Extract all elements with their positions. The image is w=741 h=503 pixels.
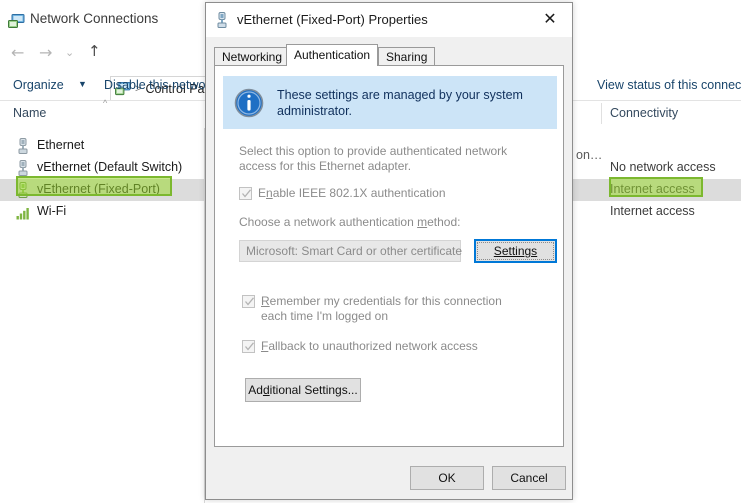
remember-credentials-label: Remember my credentials for this connect…: [261, 294, 531, 324]
organize-button[interactable]: Organize: [13, 78, 64, 92]
dialog-title: vEthernet (Fixed-Port) Properties: [237, 12, 428, 27]
label-prefix: E: [258, 186, 267, 200]
focus-ring: [477, 242, 554, 260]
column-divider: [601, 103, 602, 124]
list-item-name: vEthernet (Default Switch): [37, 160, 183, 174]
label-prefix: Choose a network authentication: [239, 215, 418, 229]
highlight-box-connectivity: [609, 177, 703, 197]
enable-8021x-label: Enable IEEE 802.1X authentication: [258, 186, 446, 201]
explorer-title: Network Connections: [30, 10, 159, 26]
auth-method-select[interactable]: Microsoft: Smart Card or other certifica…: [239, 240, 463, 262]
list-item-name: Ethernet: [37, 138, 85, 152]
column-header-name[interactable]: Name: [13, 106, 46, 120]
settings-button[interactable]: Settings: [474, 239, 557, 263]
admin-managed-banner: These settings are managed by your syste…: [223, 76, 557, 129]
enable-8021x-checkbox[interactable]: [239, 187, 252, 200]
info-icon: [234, 88, 264, 117]
auth-method-value: Microsoft: Smart Card or other certifica…: [246, 244, 463, 258]
tab-sharing[interactable]: Sharing: [378, 47, 436, 65]
occluded-status-text: on…: [576, 148, 603, 162]
label-suffix: emember my credentials for this connecti…: [261, 294, 502, 323]
label-accel: d: [262, 383, 270, 397]
label-accel: n: [266, 186, 273, 200]
label-prefix: Ad: [248, 383, 263, 397]
list-item-connectivity: Internet access: [610, 204, 695, 218]
chevron-down-icon[interactable]: ▼: [78, 79, 87, 89]
label-accel: R: [261, 294, 270, 308]
sort-indicator-icon: ^: [103, 98, 108, 108]
chevron-down-icon: ⌄: [443, 245, 453, 258]
back-icon[interactable]: ←: [11, 45, 24, 61]
checkmark-icon: [242, 189, 252, 198]
up-icon[interactable]: ↑: [88, 44, 101, 59]
label-suffix: allback to unauthorized network access: [268, 339, 478, 353]
label-suffix: itional Settings...: [269, 383, 358, 397]
admin-managed-text: These settings are managed by your syste…: [277, 87, 523, 118]
forward-icon[interactable]: →: [39, 45, 52, 61]
description-text: Select this option to provide authentica…: [239, 144, 508, 173]
cancel-button[interactable]: Cancel: [492, 466, 566, 490]
adapter-icon: [18, 138, 28, 154]
wifi-icon: [16, 208, 29, 220]
disable-network-button[interactable]: Disable this netwo: [104, 78, 205, 92]
remember-credentials-checkbox[interactable]: [242, 295, 255, 308]
tab-authentication[interactable]: Authentication: [286, 44, 379, 66]
highlight-box-adapter: [16, 176, 172, 196]
additional-settings-button[interactable]: Additional Settings...: [245, 378, 361, 402]
ok-button[interactable]: OK: [410, 466, 484, 490]
label-suffix: able IEEE 802.1X authentication: [272, 186, 446, 200]
adapter-icon: [18, 160, 28, 176]
tab-networking[interactable]: Networking: [214, 47, 291, 65]
checkmark-icon: [245, 342, 255, 351]
close-icon[interactable]: ✕: [528, 3, 572, 34]
list-item-name: Wi-Fi: [37, 204, 67, 218]
checkmark-icon: [245, 297, 255, 306]
view-status-button[interactable]: View status of this connect: [597, 78, 741, 92]
chevron-down-icon[interactable]: ⌄: [65, 47, 74, 58]
additional-settings-label: Additional Settings...: [248, 383, 357, 397]
list-item-connectivity: No network access: [610, 160, 716, 174]
dialog-titlebar: vEthernet (Fixed-Port) Properties ✕: [206, 3, 572, 37]
label-accel: m: [417, 215, 428, 229]
dialog-tabstrip: Networking Authentication Sharing: [214, 44, 564, 66]
fallback-checkbox[interactable]: [242, 340, 255, 353]
label-suffix: ethod:: [427, 215, 461, 229]
adapter-icon: [217, 12, 227, 28]
authentication-tab-panel: These settings are managed by your syste…: [214, 65, 564, 447]
network-connections-icon: [8, 14, 25, 28]
properties-dialog: vEthernet (Fixed-Port) Properties ✕ Netw…: [205, 2, 573, 500]
method-label: Choose a network authentication method:: [239, 215, 461, 230]
fallback-label: Fallback to unauthorized network access: [261, 339, 478, 354]
column-header-connectivity[interactable]: Connectivity: [610, 106, 678, 120]
